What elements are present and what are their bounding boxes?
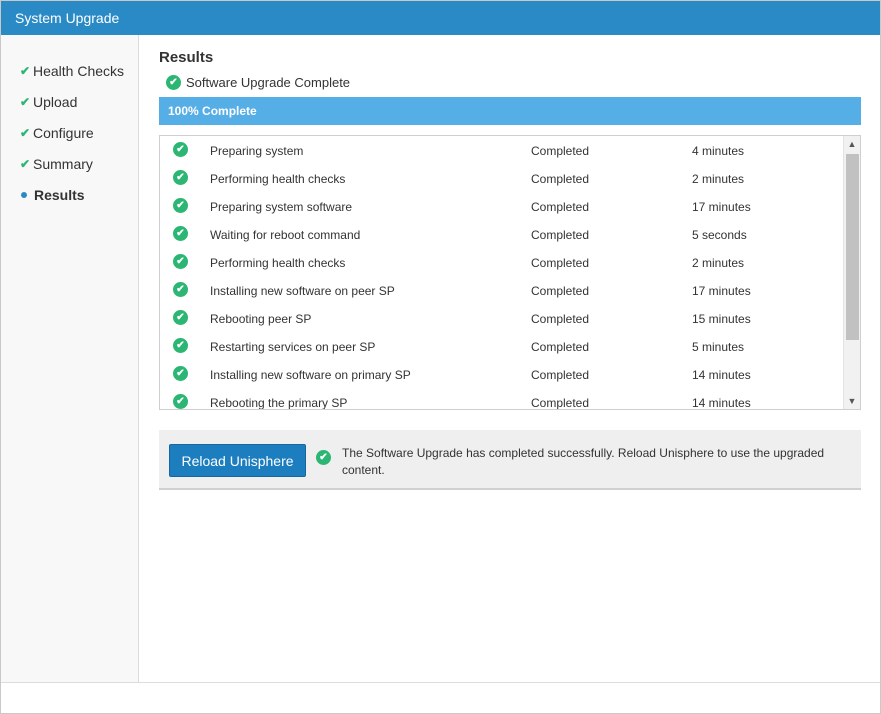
success-icon: ✔ (173, 198, 188, 213)
scroll-up-arrow-icon[interactable]: ▲ (844, 136, 860, 152)
upgrade-status: ✔ Software Upgrade Complete (166, 75, 350, 90)
success-icon: ✔ (173, 142, 188, 157)
success-icon: ✔ (316, 450, 331, 465)
success-icon: ✔ (166, 75, 181, 90)
task-row: ✔ Performing health checks Completed 2 minu… (160, 164, 844, 192)
window-title: System Upgrade (1, 1, 880, 35)
step-label: Upload (33, 93, 78, 110)
check-icon: ✔ (20, 156, 31, 171)
task-row: ✔ Preparing system software Completed 17 mi… (160, 192, 844, 220)
footer-bar (1, 682, 880, 713)
task-row: ✔ Preparing system Completed 4 minutes (160, 136, 844, 164)
task-duration: 15 minutes (692, 312, 751, 326)
success-icon: ✔ (173, 310, 188, 325)
check-icon: ✔ (20, 94, 31, 109)
task-name: Installing new software on peer SP (210, 284, 395, 298)
task-status: Completed (531, 396, 590, 410)
success-icon: ✔ (173, 394, 188, 409)
current-step-dot-icon (21, 191, 27, 198)
task-status: Completed (531, 368, 590, 382)
scroll-down-arrow-icon[interactable]: ▼ (844, 393, 860, 409)
task-row: ✔ Waiting for reboot command Completed 5 se… (160, 220, 844, 248)
task-duration: 14 minutes (692, 396, 751, 410)
task-name: Performing health checks (210, 172, 346, 186)
scroll-thumb[interactable] (846, 154, 859, 340)
task-status: Completed (531, 340, 590, 354)
progress-label: 100% Complete (168, 104, 257, 118)
task-duration: 2 minutes (692, 256, 745, 270)
task-row: ✔ Restarting services on peer SP Completed… (160, 332, 844, 360)
completion-message: The Software Upgrade has completed succe… (342, 446, 825, 477)
step-label: Configure (33, 124, 94, 141)
task-list-scrollbar[interactable]: ▲ ▼ (843, 136, 860, 409)
task-status: Completed (531, 284, 590, 298)
task-name: Preparing system (210, 144, 304, 158)
task-status: Completed (531, 312, 590, 326)
step-label: Health Checks (33, 62, 125, 79)
success-icon: ✔ (173, 254, 188, 269)
section-title: Results (159, 49, 214, 66)
task-duration: 4 minutes (692, 144, 745, 158)
step-summary[interactable]: ✔ Summary (1, 148, 138, 179)
progress-bar: 100% Complete (159, 97, 861, 125)
check-icon: ✔ (20, 63, 31, 78)
task-name: Installing new software on primary SP (210, 368, 411, 382)
step-label: Summary (33, 155, 93, 172)
task-name: Rebooting the primary SP (210, 396, 348, 410)
task-duration: 5 minutes (692, 340, 745, 354)
task-row: ✔ Installing new software on peer SP Compl… (160, 276, 844, 304)
task-name: Waiting for reboot command (210, 228, 361, 242)
wizard-steps-sidebar: ✔ Health Checks ✔ Upload ✔ Configure ✔ S… (1, 35, 139, 682)
task-duration: 5 seconds (692, 228, 747, 242)
step-results[interactable]: Results (1, 179, 138, 210)
step-upload[interactable]: ✔ Upload (1, 86, 138, 117)
success-icon: ✔ (173, 226, 188, 241)
success-icon: ✔ (173, 366, 188, 381)
reload-unisphere-button[interactable]: Reload Unisphere (169, 444, 306, 477)
task-row: ✔ Installing new software on primary SP Co… (160, 360, 844, 388)
step-health-checks[interactable]: ✔ Health Checks (1, 55, 138, 86)
task-name: Restarting services on peer SP (210, 340, 376, 354)
task-name: Preparing system software (210, 200, 353, 214)
success-icon: ✔ (173, 170, 188, 185)
upgrade-status-text: Software Upgrade Complete (186, 75, 351, 90)
task-duration: 17 minutes (692, 200, 751, 214)
system-upgrade-window: System Upgrade ✔ Health Checks ✔ Upload … (0, 0, 881, 714)
task-duration: 14 minutes (692, 368, 751, 382)
step-label: Results (34, 186, 85, 203)
task-name: Rebooting peer SP (210, 312, 312, 326)
task-row: ✔ Rebooting peer SP Completed 15 minutes (160, 304, 844, 332)
progress-fill (159, 97, 861, 125)
task-status: Completed (531, 172, 590, 186)
step-configure[interactable]: ✔ Configure (1, 117, 138, 148)
task-row: ✔ Performing health checks Completed 2 minu… (160, 248, 844, 276)
task-row: ✔ Rebooting the primary SP Completed 14 min… (160, 388, 844, 410)
check-icon: ✔ (20, 125, 31, 140)
task-status: Completed (531, 200, 590, 214)
task-rows: ✔ Preparing system Completed 4 minutes ✔ Perf… (160, 136, 844, 410)
task-duration: 17 minutes (692, 284, 751, 298)
success-icon: ✔ (173, 282, 188, 297)
task-list: ✔ Preparing system Completed 4 minutes ✔ Perf… (159, 135, 861, 410)
task-duration: 2 minutes (692, 172, 745, 186)
task-status: Completed (531, 256, 590, 270)
success-icon: ✔ (173, 338, 188, 353)
task-status: Completed (531, 144, 590, 158)
task-name: Performing health checks (210, 256, 346, 270)
task-status: Completed (531, 228, 590, 242)
action-bar: Reload Unisphere ✔ The Software Upgrade … (159, 430, 861, 490)
